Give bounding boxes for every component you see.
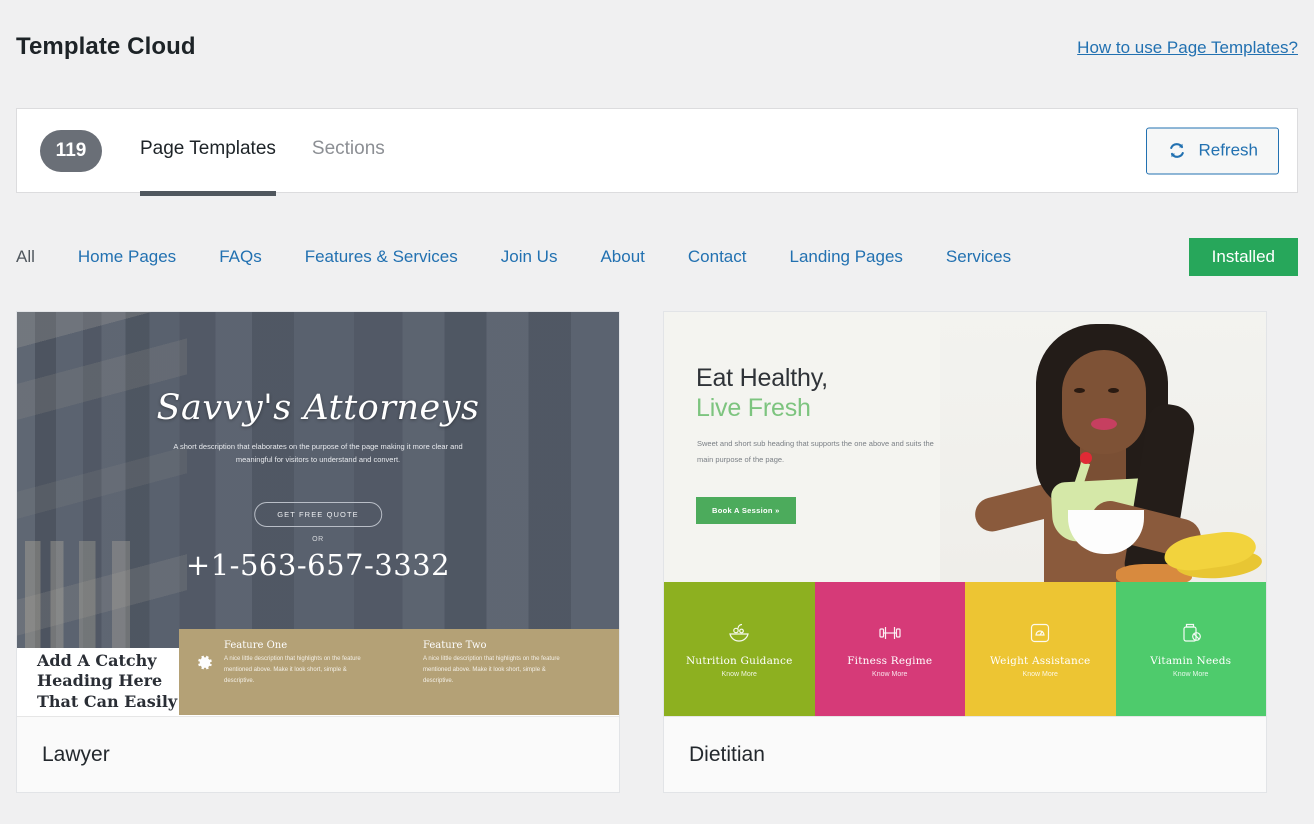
- dietitian-service-blocks: Nutrition Guidance Know More Fitness Reg…: [664, 582, 1266, 716]
- template-grid: Savvy's Attorneys A short description th…: [16, 311, 1298, 793]
- dietitian-block-weight-assistance: Weight Assistance Know More: [965, 582, 1116, 716]
- lawyer-feature-two: Feature Two A nice little description th…: [400, 640, 619, 715]
- how-to-use-link[interactable]: How to use Page Templates?: [1077, 38, 1298, 58]
- dietitian-book-session-button: Book A Session »: [696, 497, 796, 524]
- lawyer-phone-number: +1-563-657-3332: [185, 548, 451, 582]
- filter-landing-pages[interactable]: Landing Pages: [789, 247, 902, 267]
- page-header: Template Cloud How to use Page Templates…: [0, 0, 1314, 108]
- dietitian-block-vitamin-needs: Vitamin Needs Know More: [1115, 582, 1266, 716]
- template-thumbnail-lawyer[interactable]: Savvy's Attorneys A short description th…: [17, 312, 619, 716]
- lawyer-feature-one-text: A nice little description that highlight…: [224, 656, 361, 685]
- lawyer-get-free-quote-button: GET FREE QUOTE: [254, 502, 382, 527]
- template-card-footer-dietitian: Dietitian: [664, 716, 1266, 792]
- dietitian-block-more-2: Know More: [872, 671, 908, 678]
- refresh-icon: [1167, 141, 1187, 161]
- template-name-lawyer: Lawyer: [42, 742, 110, 766]
- category-filter-bar: All Home Pages FAQs Features & Services …: [16, 234, 1298, 280]
- refresh-button-label: Refresh: [1198, 140, 1258, 160]
- dietitian-block-more-1: Know More: [721, 671, 757, 678]
- gear-icon: [193, 652, 215, 715]
- lawyer-hero-subtitle: A short description that elaborates on t…: [173, 442, 463, 465]
- filter-features-services[interactable]: Features & Services: [305, 247, 458, 267]
- lawyer-hero-title: Savvy's Attorneys: [156, 388, 480, 428]
- dietitian-block-fitness-regime: Fitness Regime Know More: [814, 582, 965, 716]
- dietitian-block-more-3: Know More: [1022, 671, 1058, 678]
- dietitian-block-title-1: Nutrition Guidance: [686, 655, 793, 667]
- lawyer-feature-two-text: A nice little description that highlight…: [423, 656, 560, 685]
- filter-services[interactable]: Services: [946, 247, 1011, 267]
- template-count-badge: 119: [40, 129, 102, 172]
- dietitian-block-nutrition-guidance: Nutrition Guidance Know More: [664, 582, 815, 716]
- dietitian-hero: Eat Healthy, Live Fresh Sweet and short …: [664, 312, 1266, 582]
- dietitian-hero-photo: [940, 312, 1266, 582]
- lawyer-catchy-heading: Add A Catchy Heading Here That Can Easil…: [37, 651, 178, 711]
- tab-page-templates[interactable]: Page Templates: [140, 138, 276, 196]
- filter-faqs[interactable]: FAQs: [219, 247, 262, 267]
- dumbbell-icon: [877, 620, 903, 651]
- filter-join-us[interactable]: Join Us: [501, 247, 558, 267]
- template-thumbnail-dietitian[interactable]: Eat Healthy, Live Fresh Sweet and short …: [664, 312, 1266, 716]
- page-title: Template Cloud: [16, 33, 196, 60]
- dietitian-subheading: Sweet and short sub heading that support…: [697, 439, 934, 464]
- template-card-lawyer[interactable]: Savvy's Attorneys A short description th…: [16, 311, 620, 793]
- lawyer-features-strip: Feature One A nice little description th…: [179, 629, 619, 715]
- tab-sections[interactable]: Sections: [312, 138, 385, 163]
- filter-home-pages[interactable]: Home Pages: [78, 247, 176, 267]
- dietitian-heading-line1: Eat Healthy,: [696, 364, 828, 392]
- template-card-footer-lawyer: Lawyer: [17, 716, 619, 792]
- lawyer-feature-two-title: Feature Two: [423, 640, 487, 651]
- installed-filter-button[interactable]: Installed: [1188, 238, 1298, 276]
- dietitian-block-more-4: Know More: [1173, 671, 1209, 678]
- filter-about[interactable]: About: [600, 247, 644, 267]
- vitamin-bottle-icon: [1178, 620, 1204, 651]
- template-name-dietitian: Dietitian: [689, 742, 765, 766]
- dietitian-heading-line2: Live Fresh: [696, 394, 811, 422]
- lawyer-feature-one: Feature One A nice little description th…: [179, 640, 400, 715]
- filter-contact[interactable]: Contact: [688, 247, 747, 267]
- lawyer-or-label: OR: [312, 536, 324, 543]
- filter-all[interactable]: All: [16, 247, 35, 267]
- template-card-dietitian[interactable]: Eat Healthy, Live Fresh Sweet and short …: [663, 311, 1267, 793]
- tabs-panel: 119 Page Templates Sections Refresh: [16, 108, 1298, 196]
- salad-bowl-icon: [726, 620, 752, 651]
- lawyer-feature-one-title: Feature One: [224, 640, 288, 651]
- scale-icon: [1027, 620, 1053, 651]
- dietitian-block-title-3: Weight Assistance: [990, 655, 1091, 667]
- dietitian-block-title-2: Fitness Regime: [847, 655, 933, 667]
- dietitian-block-title-4: Vitamin Needs: [1150, 655, 1232, 667]
- refresh-button[interactable]: Refresh: [1146, 127, 1279, 174]
